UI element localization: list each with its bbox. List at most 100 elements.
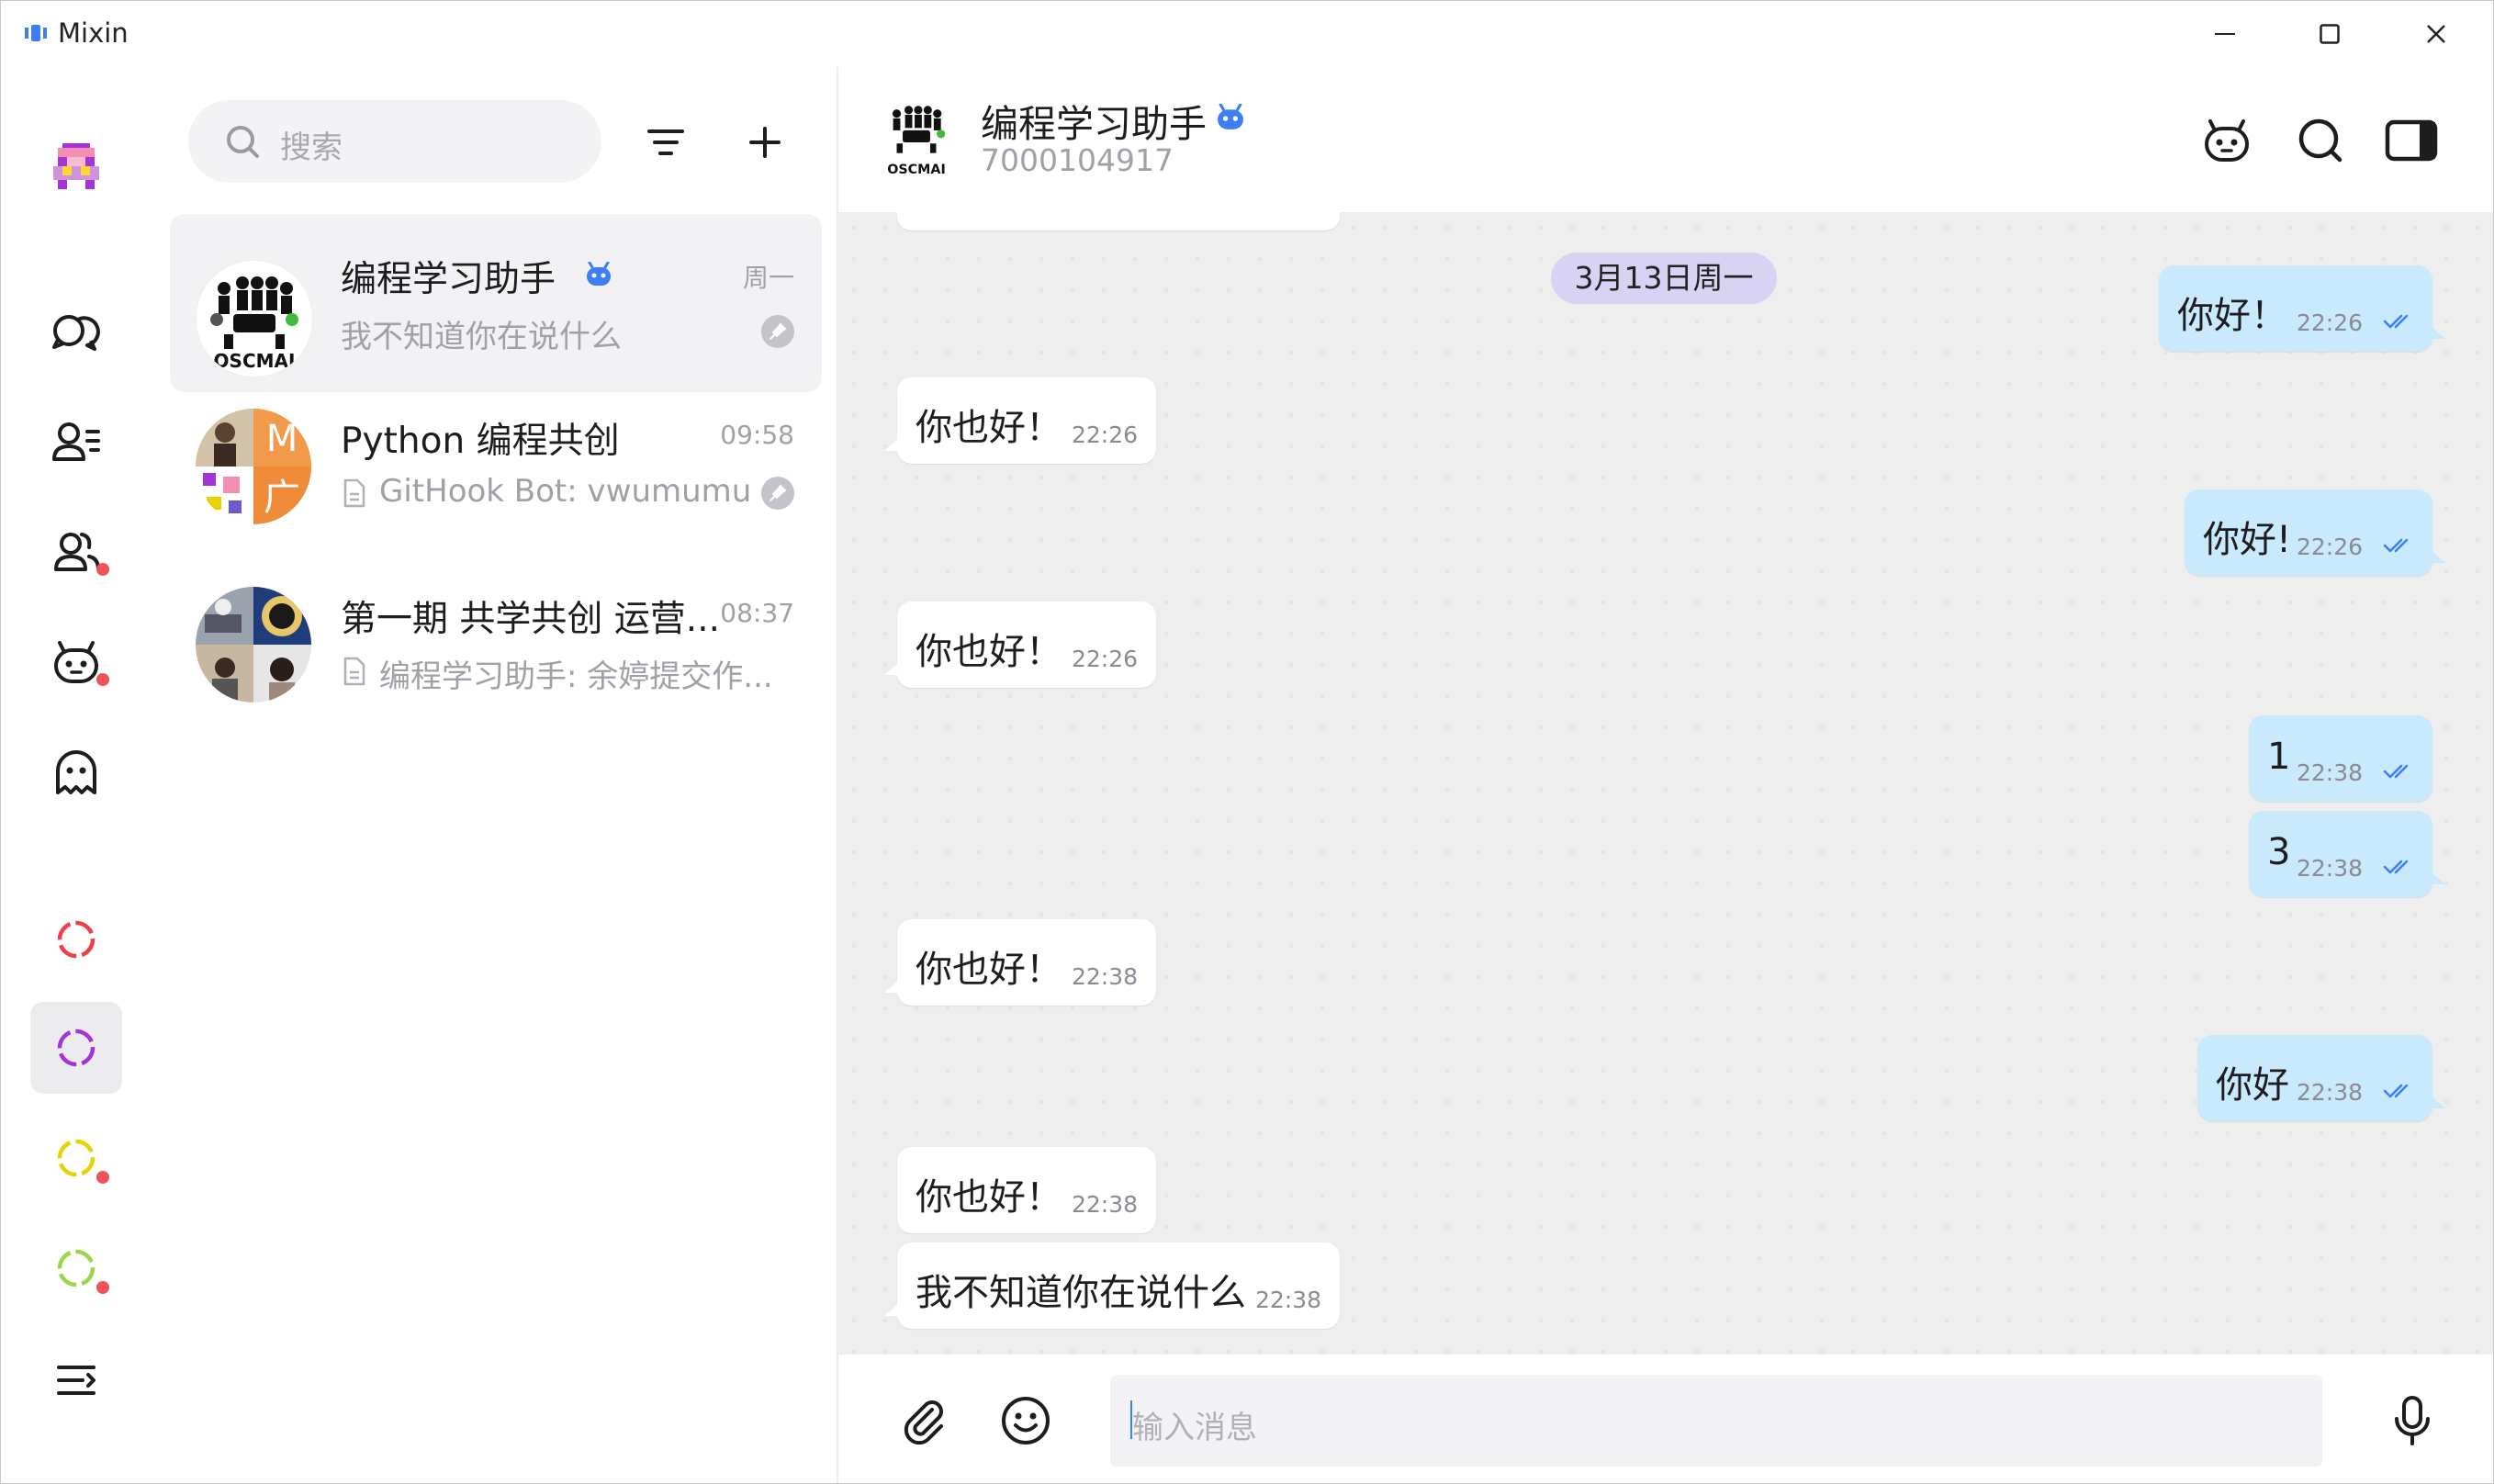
message-bubble-incoming[interactable]: 你也好！ 22:26 xyxy=(884,601,1156,688)
pin-icon xyxy=(761,315,794,348)
bots-badge xyxy=(96,673,109,686)
conversation-preview: GitHook Bot: vwumumu ... xyxy=(379,473,792,510)
sidebar-item-contacts[interactable] xyxy=(30,396,122,488)
message-time: 22:26 xyxy=(1071,422,1138,448)
message-bubble-incoming[interactable]: 我不知道你在说什么 22:38 xyxy=(884,1242,1340,1329)
message-bubble-outgoing[interactable]: 你好！ 22:26 xyxy=(2159,265,2445,352)
read-check-icon xyxy=(2383,538,2409,553)
sidebar-circle-purple[interactable] xyxy=(30,1002,122,1094)
message-text: 你也好！ xyxy=(916,631,1062,673)
message-text: 3 xyxy=(2267,831,2291,873)
message-text: 你也好！ xyxy=(916,1176,1062,1219)
message-time: 22:38 xyxy=(2296,759,2363,786)
oscmai-logo-icon: OSCMAI xyxy=(887,106,946,177)
message-input-placeholder: 输入消息 xyxy=(1132,1410,1257,1446)
svg-text:OSCMAI: OSCMAI xyxy=(887,163,946,177)
conversation-list-panel: 搜索 OSCMAI 编程学习助手 周一 我不知道你在说什么 M 广 Python… xyxy=(150,67,838,1483)
groups-badge xyxy=(96,563,109,576)
message-time: 22:38 xyxy=(1071,1191,1138,1218)
chat-bubbles-icon xyxy=(52,315,100,351)
bot-icon xyxy=(2205,119,2249,162)
paperclip-icon xyxy=(904,1400,943,1445)
message-bubble-outgoing[interactable]: 1 22:38 xyxy=(2249,715,2432,802)
plus-icon xyxy=(749,127,781,158)
circle-icon xyxy=(57,1139,95,1177)
window-title: Mixin xyxy=(58,17,129,49)
conversation-preview: 编程学习助手: 余婷提交作... xyxy=(379,658,773,695)
message-time: 22:38 xyxy=(2296,1079,2363,1106)
oscmai-logo-icon: OSCMAI xyxy=(210,276,298,372)
bot-icon xyxy=(54,641,98,683)
my-avatar-button[interactable] xyxy=(30,120,122,212)
message-bubble-incoming[interactable]: 你也好！ 22:26 xyxy=(884,377,1156,464)
circle-icon xyxy=(57,1029,95,1067)
chat-search-button[interactable] xyxy=(2291,111,2350,170)
message-time: 22:38 xyxy=(2296,855,2363,882)
verified-bot-icon xyxy=(1218,104,1243,129)
chat-avatar[interactable]: OSCMAI xyxy=(879,95,954,186)
mixin-window: Mixin 搜索 OSCMAI 编程学习助手 周一 我不知道你在说什么 M 广 … xyxy=(0,0,2494,1484)
title-bar: Mixin xyxy=(1,1,2493,67)
conversation-name: Python 编程共创 xyxy=(341,421,620,462)
side-panel-icon xyxy=(2385,119,2438,162)
maximize-icon xyxy=(2320,24,2340,44)
close-button[interactable] xyxy=(2399,10,2473,58)
read-check-icon xyxy=(2383,1084,2409,1098)
conversation-item[interactable]: 第一期 共学共创 运营... 08:37 编程学习助手: 余婷提交作... xyxy=(170,570,822,748)
group-icon xyxy=(54,533,100,571)
message-text: 1 xyxy=(2267,736,2291,778)
conversation-name: 第一期 共学共创 运营... xyxy=(341,599,720,640)
filter-button[interactable] xyxy=(636,113,695,172)
conversation-item[interactable]: OSCMAI 编程学习助手 周一 我不知道你在说什么 xyxy=(170,214,822,392)
message-time: 22:26 xyxy=(2296,534,2363,560)
message-bubble-incoming[interactable]: 你也好！ 22:38 xyxy=(897,1147,1156,1233)
svg-text:M: M xyxy=(266,418,298,460)
search-icon xyxy=(227,126,259,158)
chat-title: 编程学习助手 xyxy=(981,102,1207,146)
circle-green-badge xyxy=(96,1281,109,1294)
message-text: 你好！ xyxy=(2177,295,2287,337)
collapse-sidebar-button[interactable] xyxy=(30,1334,122,1426)
sidebar-circle-red[interactable] xyxy=(30,894,122,985)
circle-yellow-badge xyxy=(96,1171,109,1184)
side-panel-button[interactable] xyxy=(2379,111,2443,170)
chat-id: 7000104917 xyxy=(981,142,1174,178)
message-list[interactable]: 3月13日周一 你好！ 22:26 你也好！ 22:26 你好! 22:26 你… xyxy=(838,212,2493,1355)
microphone-icon xyxy=(2395,1396,2430,1445)
read-check-icon xyxy=(2383,764,2409,779)
sidebar-item-bots[interactable] xyxy=(30,616,122,708)
sidebar-item-strangers[interactable] xyxy=(30,726,122,818)
message-input[interactable]: 输入消息 xyxy=(1110,1375,2322,1467)
message-bubble-outgoing[interactable]: 3 22:38 xyxy=(2249,811,2445,897)
message-bubble-outgoing[interactable]: 你好! 22:26 xyxy=(2185,489,2445,576)
attach-button[interactable] xyxy=(893,1389,956,1452)
sidebar-item-groups[interactable] xyxy=(30,506,122,598)
sidebar xyxy=(1,67,152,1483)
conversation-preview: 我不知道你在说什么 xyxy=(341,319,622,355)
sidebar-circle-green[interactable] xyxy=(30,1222,122,1314)
message-time: 22:26 xyxy=(2296,309,2363,336)
circle-icon xyxy=(57,920,95,959)
new-chat-button[interactable] xyxy=(736,113,794,172)
emoji-button[interactable] xyxy=(994,1389,1057,1452)
svg-text:广: 广 xyxy=(264,477,300,519)
ghost-icon xyxy=(56,750,96,794)
bot-menu-button[interactable] xyxy=(2197,111,2256,170)
search-box[interactable]: 搜索 xyxy=(188,100,601,183)
sidebar-item-chats[interactable] xyxy=(30,287,122,379)
mixin-logo-icon xyxy=(25,25,47,41)
message-time: 22:26 xyxy=(1071,646,1138,672)
search-icon xyxy=(2298,118,2342,163)
message-text: 我不知道你在说什么 xyxy=(916,1272,1246,1314)
pixel-avatar-icon xyxy=(49,139,104,194)
sidebar-circle-yellow[interactable] xyxy=(30,1112,122,1204)
conversation-item[interactable]: M 广 Python 编程共创 09:58 GitHook Bot: vwumu… xyxy=(170,392,822,570)
minimize-button[interactable] xyxy=(2188,10,2262,58)
conversation-avatar: M 广 xyxy=(196,409,311,524)
message-bubble-incoming[interactable]: 你也好！ 22:38 xyxy=(884,919,1156,1006)
message-bubble-outgoing[interactable]: 你好 22:38 xyxy=(2197,1035,2445,1121)
collapse-menu-icon xyxy=(57,1366,95,1395)
file-icon xyxy=(343,478,365,508)
maximize-button[interactable] xyxy=(2293,10,2366,58)
voice-record-button[interactable] xyxy=(2381,1389,2443,1452)
